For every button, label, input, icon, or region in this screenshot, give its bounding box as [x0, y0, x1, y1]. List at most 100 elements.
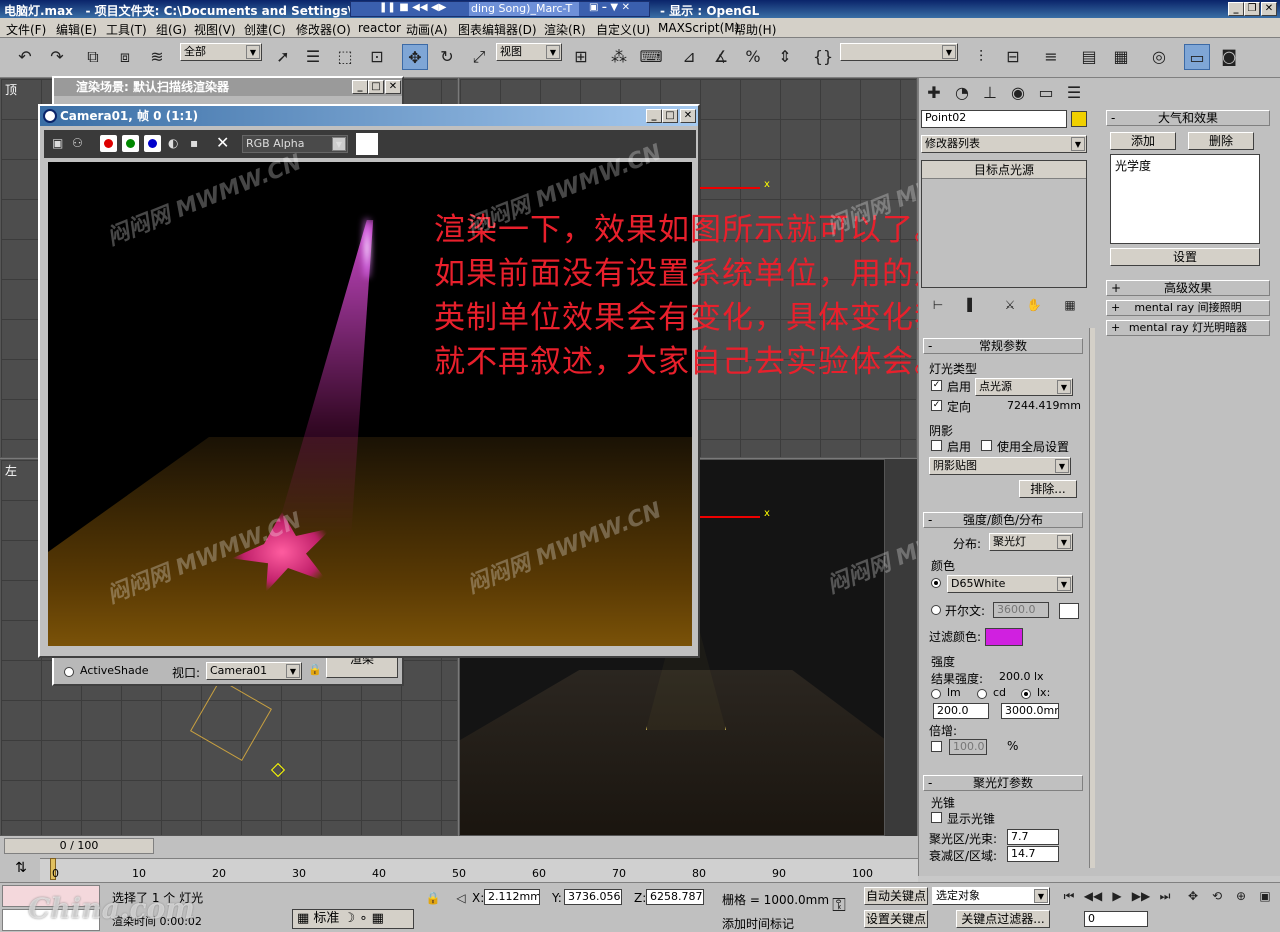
- show-end-result-icon[interactable]: ▌: [959, 292, 985, 318]
- align-icon[interactable]: ⊟: [1000, 44, 1026, 70]
- stack-item-target-point[interactable]: 目标点光源: [922, 161, 1086, 179]
- alpha-channel-icon[interactable]: ◐: [168, 136, 178, 150]
- quick-render-icon[interactable]: ◙: [1216, 44, 1242, 70]
- d65-radio[interactable]: [931, 578, 941, 588]
- kelvin-spinner[interactable]: 3600.0: [993, 602, 1049, 618]
- mirror-icon[interactable]: ⫶: [968, 44, 994, 70]
- rollout-atmosphere[interactable]: - 大气和效果: [1106, 110, 1270, 126]
- menu-item[interactable]: 文件(F): [6, 21, 46, 38]
- link-icon[interactable]: ⧉: [80, 44, 106, 70]
- viewport-scrollbar[interactable]: [885, 459, 917, 836]
- setup-button[interactable]: 设置: [1110, 248, 1260, 266]
- show-cone-checkbox[interactable]: [931, 812, 942, 823]
- render-scene-icon[interactable]: ▭: [1184, 44, 1210, 70]
- modifier-stack[interactable]: 目标点光源: [921, 160, 1087, 288]
- media-play-icon[interactable]: ❚❚ ■ ◀◀ ◀▶: [379, 2, 446, 13]
- manipulate-icon[interactable]: ⁂: [606, 44, 632, 70]
- selection-set-dropdown[interactable]: 选定对象 ▼: [932, 887, 1050, 905]
- curve-editor-icon[interactable]: ▤: [1076, 44, 1102, 70]
- minimize-button[interactable]: _: [1228, 2, 1244, 16]
- menu-item[interactable]: 渲染(R): [544, 21, 586, 38]
- targeted-checkbox[interactable]: ✓: [931, 400, 942, 411]
- activeshade-radio[interactable]: [64, 667, 74, 677]
- modifier-list-dropdown[interactable]: 修改器列表 ▼: [921, 135, 1087, 153]
- key-filters-button[interactable]: 关键点过滤器...: [956, 910, 1050, 928]
- menu-item[interactable]: MAXScript(M): [658, 21, 739, 35]
- scene-close-button[interactable]: ✕: [385, 80, 401, 94]
- menu-item[interactable]: 帮助(H): [734, 21, 776, 38]
- add-time-tag[interactable]: 添加时间标记: [722, 915, 794, 932]
- lm-radio[interactable]: [931, 689, 941, 699]
- set-key-button[interactable]: 设置关键点: [864, 910, 928, 928]
- absolute-mode-icon[interactable]: ◁: [448, 885, 474, 911]
- go-to-end-icon[interactable]: ⏭: [1152, 883, 1178, 909]
- pan-icon[interactable]: ✥: [1180, 883, 1206, 909]
- lx-distance-spinner[interactable]: 3000.0mm: [1001, 703, 1059, 719]
- zoom-icon[interactable]: ⊕: [1228, 883, 1254, 909]
- select-and-rotate-icon[interactable]: ↻: [434, 44, 460, 70]
- command-panel-scrollbar[interactable]: [1089, 328, 1095, 868]
- top-viewport-label[interactable]: 顶: [5, 81, 17, 98]
- background-swatch[interactable]: [356, 133, 378, 155]
- light-kind-dropdown[interactable]: 点光源 ▼: [975, 378, 1073, 396]
- render-scene-titlebar[interactable]: 渲染场景: 默认扫描线渲染器: [54, 78, 402, 96]
- lock-icon[interactable]: 🔒: [308, 663, 322, 676]
- select-and-scale-icon[interactable]: ⤢: [466, 44, 492, 70]
- left-viewport-label[interactable]: 左: [5, 462, 17, 479]
- named-selection-dropdown[interactable]: ▼: [840, 43, 958, 61]
- prev-frame-icon[interactable]: ◀◀: [1080, 883, 1106, 909]
- multiplier-checkbox[interactable]: [931, 741, 942, 752]
- lx-radio[interactable]: [1021, 689, 1031, 699]
- next-frame-icon[interactable]: ▶▶: [1128, 883, 1154, 909]
- kelvin-radio[interactable]: [931, 605, 941, 615]
- delete-effect-button[interactable]: 删除: [1188, 132, 1254, 150]
- exclude-button[interactable]: 排除...: [1019, 480, 1077, 498]
- undo-icon[interactable]: ↶: [12, 44, 38, 70]
- selection-lock-icon[interactable]: 🔒: [420, 885, 446, 911]
- snap-icon[interactable]: ⊿: [676, 44, 702, 70]
- material-editor-icon[interactable]: ◎: [1146, 44, 1172, 70]
- save-image-icon[interactable]: ▣: [52, 136, 63, 150]
- add-effect-button[interactable]: 添加: [1110, 132, 1176, 150]
- shadow-enabled-checkbox[interactable]: [931, 440, 942, 451]
- time-slider[interactable]: 0 / 100: [4, 838, 154, 854]
- rollout-spotlight-params[interactable]: - 聚光灯参数: [923, 775, 1083, 791]
- light-enabled-checkbox[interactable]: ✓: [931, 380, 942, 391]
- unlink-icon[interactable]: ⧈: [112, 44, 138, 70]
- y-coordinate-field[interactable]: 3736.056m: [564, 889, 622, 905]
- z-coordinate-field[interactable]: 6258.787m: [646, 889, 704, 905]
- menu-item[interactable]: 修改器(O): [296, 21, 351, 38]
- kelvin-color-swatch[interactable]: [1059, 603, 1079, 619]
- multiplier-spinner[interactable]: 100.0: [949, 739, 987, 755]
- redo-icon[interactable]: ↷: [44, 44, 70, 70]
- effects-list[interactable]: 光学度: [1110, 154, 1260, 244]
- object-color-swatch[interactable]: [1071, 111, 1087, 127]
- distribution-dropdown[interactable]: 聚光灯 ▼: [989, 533, 1073, 551]
- rollout-advanced-effects[interactable]: + 高级效果: [1106, 280, 1270, 296]
- menu-item[interactable]: 动画(A): [406, 21, 448, 38]
- key-icon[interactable]: ⚿: [826, 893, 852, 919]
- configure-sets-icon[interactable]: ▦: [1057, 292, 1083, 318]
- current-frame-field[interactable]: 0: [1084, 911, 1148, 927]
- keyboard-shortcut-icon[interactable]: ⌨: [638, 44, 664, 70]
- clone-frame-icon[interactable]: ⚇: [72, 136, 83, 150]
- motion-tab-icon[interactable]: ◉: [1005, 80, 1031, 106]
- select-by-name-icon[interactable]: ☰: [300, 44, 326, 70]
- bind-space-warp-icon[interactable]: ≋: [144, 44, 170, 70]
- render-frame-titlebar[interactable]: Camera01, 帧 0 (1:1): [40, 106, 698, 126]
- angle-snap-icon[interactable]: ∡: [708, 44, 734, 70]
- pivot-center-icon[interactable]: ⊞: [568, 44, 594, 70]
- menu-item[interactable]: 组(G): [156, 21, 187, 38]
- object-name-field[interactable]: Point02: [921, 110, 1067, 128]
- layer-manager-icon[interactable]: ≡: [1038, 44, 1064, 70]
- blue-channel-icon[interactable]: [144, 135, 161, 152]
- menu-item[interactable]: reactor: [358, 21, 401, 35]
- viewport-dropdown[interactable]: Camera01 ▼: [206, 662, 302, 680]
- shadow-global-checkbox[interactable]: [981, 440, 992, 451]
- green-channel-icon[interactable]: [122, 135, 139, 152]
- close-button[interactable]: ✕: [1261, 2, 1277, 16]
- auto-key-button[interactable]: 自动关键点: [864, 887, 928, 905]
- edit-named-selection-icon[interactable]: {}: [810, 44, 836, 70]
- window-crossing-icon[interactable]: ⊡: [364, 44, 390, 70]
- modify-tab-icon[interactable]: ◔: [949, 80, 975, 106]
